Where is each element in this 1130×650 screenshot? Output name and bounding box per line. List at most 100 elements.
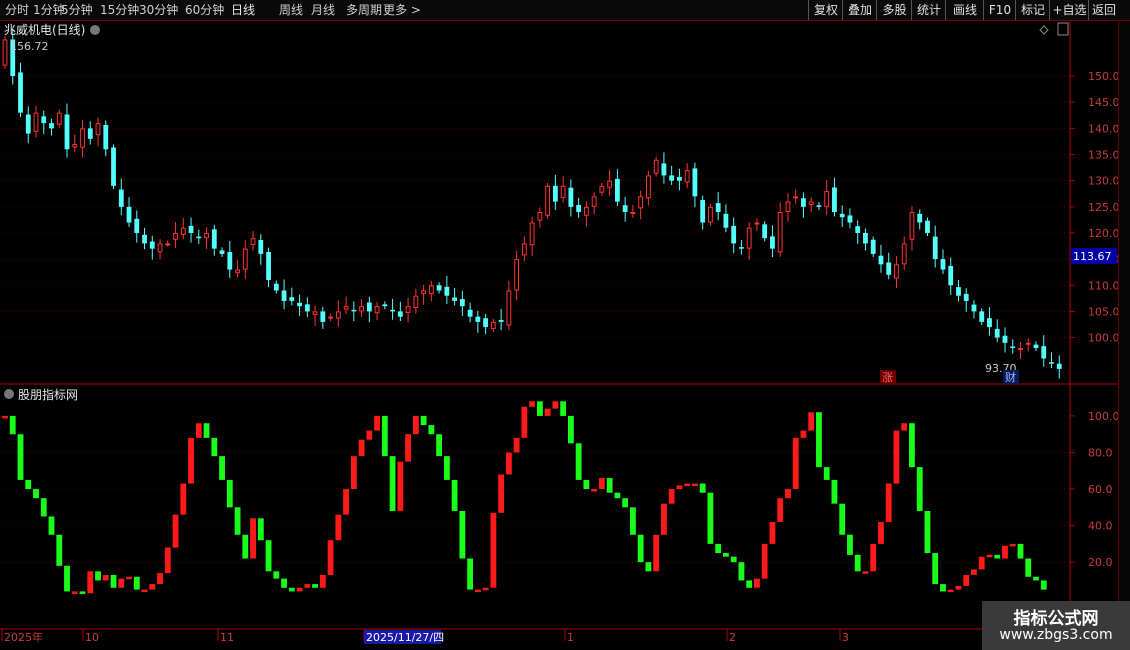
indicator-bar xyxy=(172,514,179,548)
indicator-bar-series xyxy=(2,401,1047,594)
candle-body xyxy=(739,247,744,249)
candle-body xyxy=(49,123,54,129)
candle-body xyxy=(622,205,628,213)
indicator-bar xyxy=(2,415,8,419)
candle-body xyxy=(25,114,31,134)
toolbar-action-4[interactable]: 画线 xyxy=(945,0,984,20)
candle-body xyxy=(188,225,194,233)
candlestick-series xyxy=(2,28,1062,379)
indicator-bar xyxy=(1017,543,1024,559)
indicator-dropdown-icon[interactable] xyxy=(4,389,14,399)
candle-body xyxy=(64,114,70,150)
indicator-bar xyxy=(567,415,574,444)
candle-body xyxy=(545,185,551,216)
toolbar-action-2[interactable]: 多股 xyxy=(876,0,912,20)
period-tab-0[interactable]: 分时 xyxy=(5,0,29,20)
indicator-bar xyxy=(242,534,249,559)
indicator-bar xyxy=(1009,543,1016,547)
toolbar-action-8[interactable]: 返回 xyxy=(1088,0,1119,20)
main-tick-label-9: 145.0 xyxy=(1088,96,1118,109)
period-tab-10[interactable]: 更多 > xyxy=(383,0,421,20)
candle-body xyxy=(971,304,977,312)
indicator-bar xyxy=(381,415,388,457)
candle-body xyxy=(948,265,954,286)
candle-body xyxy=(397,311,403,317)
ind-tick-label-4: 100.0 xyxy=(1088,410,1118,423)
indicator-bar xyxy=(986,554,993,558)
candle-body xyxy=(498,320,504,322)
indicator-bar xyxy=(64,565,70,592)
period-tab-3[interactable]: 15分钟 xyxy=(100,0,139,20)
indicator-bar xyxy=(916,467,923,511)
toolbar-action-0[interactable]: 复权 xyxy=(808,0,843,20)
toolbar-action-5[interactable]: F10 xyxy=(983,0,1016,20)
toolbar-action-1[interactable]: 叠加 xyxy=(842,0,877,20)
candle-body xyxy=(645,175,651,199)
candle-body xyxy=(366,302,372,312)
period-tab-7[interactable]: 周线 xyxy=(279,0,303,20)
candle-body xyxy=(886,262,892,275)
main-tick-label-5: 125.0 xyxy=(1088,201,1118,214)
period-tab-1[interactable]: 1分钟 xyxy=(33,0,65,20)
candle-body xyxy=(483,318,489,328)
indicator-bar xyxy=(412,415,419,435)
period-tab-6[interactable]: 日线 xyxy=(231,0,255,20)
indicator-bar xyxy=(304,584,311,588)
indicator-bar xyxy=(118,578,125,588)
indicator-bar xyxy=(164,547,171,574)
indicator-bar xyxy=(878,521,884,544)
indicator-bar xyxy=(769,521,776,544)
candle-body xyxy=(227,252,233,270)
chart-stage: 100.0105.0110.0115.0120.0125.0130.0135.0… xyxy=(0,21,1118,644)
indicator-bar xyxy=(33,489,39,499)
time-label-6: 3 xyxy=(842,631,849,644)
indicator-bar xyxy=(947,589,954,593)
indicator-bar xyxy=(583,479,590,490)
period-tab-8[interactable]: 月线 xyxy=(311,0,335,20)
candle-body xyxy=(808,201,814,205)
period-tab-5[interactable]: 60分钟 xyxy=(185,0,224,20)
period-tab-4[interactable]: 30分钟 xyxy=(139,0,178,20)
candle-body xyxy=(72,144,78,148)
candle-body xyxy=(816,205,822,207)
watermark-title: 指标公式网 xyxy=(1013,609,1099,629)
candle-body xyxy=(390,309,395,312)
toolbar-action-7[interactable]: +自选 xyxy=(1049,0,1089,20)
candle-body xyxy=(157,243,163,253)
candle-body xyxy=(824,191,830,207)
candle-body xyxy=(95,123,101,136)
title-dropdown-icon[interactable] xyxy=(90,25,100,35)
candle-body xyxy=(490,321,496,329)
indicator-bar xyxy=(932,553,939,585)
candle-body xyxy=(994,328,1000,338)
period-tab-2[interactable]: 5分钟 xyxy=(61,0,93,20)
panel-toggle-icon[interactable] xyxy=(1057,22,1069,36)
indicator-bar xyxy=(110,574,117,588)
candle-body xyxy=(909,212,915,240)
indicator-bar xyxy=(443,456,450,480)
period-tab-9[interactable]: 多周期 xyxy=(346,0,382,20)
candle-body xyxy=(335,311,341,319)
indicator-bar xyxy=(219,456,225,480)
candle-body xyxy=(382,304,388,307)
indicator-bar xyxy=(25,479,32,490)
candle-body xyxy=(297,302,302,307)
indicator-bar xyxy=(195,423,202,438)
indicator-bar xyxy=(389,456,396,511)
indicator-bar xyxy=(715,543,722,554)
toolbar-action-6[interactable]: 标记 xyxy=(1015,0,1050,20)
indicator-bar xyxy=(87,571,94,594)
candle-body xyxy=(211,229,217,249)
side-scroll-strip[interactable] xyxy=(1118,21,1130,601)
indicator-bar xyxy=(95,571,101,581)
indicator-bar xyxy=(273,571,280,579)
candle-body xyxy=(630,212,636,215)
indicator-bar xyxy=(622,498,629,508)
diamond-icon[interactable] xyxy=(1039,25,1049,35)
indicator-bar xyxy=(560,401,567,416)
indicator-bar xyxy=(397,461,404,511)
cai-marker: 财 xyxy=(1005,370,1016,384)
toolbar-action-3[interactable]: 统计 xyxy=(911,0,946,20)
indicator-bar xyxy=(629,507,636,535)
time-label-1: 10 xyxy=(85,631,99,644)
